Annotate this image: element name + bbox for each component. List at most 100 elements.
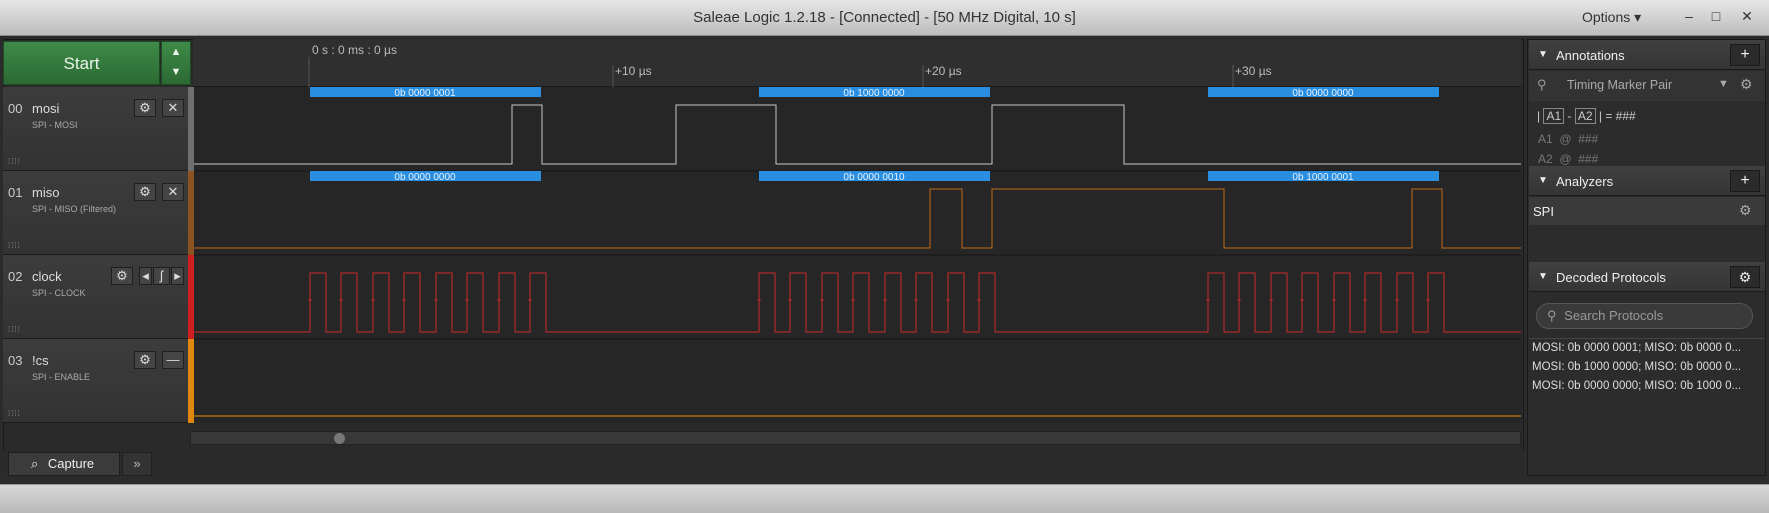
- close-button[interactable]: ✕: [1736, 6, 1758, 26]
- add-annotation-button[interactable]: +: [1730, 44, 1760, 66]
- waveform-area[interactable]: 0b 0000 0001 0b 1000 0000 0b 0000 0000 0…: [194, 87, 1521, 423]
- search-placeholder: Search Protocols: [1564, 308, 1664, 323]
- gear-icon[interactable]: ⚙: [134, 183, 156, 201]
- channel-sublabel: SPI - MOSI: [32, 120, 78, 130]
- collapse-icon[interactable]: ▼: [1538, 271, 1548, 282]
- gear-icon[interactable]: ⚙: [1740, 76, 1753, 93]
- arrow-left-icon[interactable]: ◂: [139, 267, 152, 285]
- scroll-thumb[interactable]: [334, 433, 345, 444]
- search-icon: ⚲: [1547, 308, 1557, 323]
- window-title: Saleae Logic 1.2.18 - [Connected] - [50 …: [693, 9, 1076, 26]
- analyzer-item-spi[interactable]: SPI ⚙: [1529, 197, 1765, 225]
- more-tabs-button[interactable]: »: [122, 452, 152, 476]
- start-options[interactable]: ▲ ▼: [161, 41, 191, 85]
- close-icon[interactable]: ✕: [162, 99, 184, 117]
- collapse-icon[interactable]: ▼: [1538, 49, 1548, 60]
- a2-row: A2 @ ###: [1538, 152, 1599, 166]
- svg-text:↑: ↑: [912, 298, 920, 308]
- a1-badge[interactable]: A1: [1543, 108, 1565, 124]
- analyzers-title: Analyzers: [1556, 174, 1614, 189]
- svg-text:↑: ↑: [495, 298, 503, 308]
- gear-icon[interactable]: ⚙: [111, 267, 133, 285]
- grip-icon[interactable]: ⁞⁞⁞⁞: [8, 241, 21, 250]
- svg-text:↑: ↑: [881, 298, 889, 308]
- options-label: Options: [1582, 9, 1631, 25]
- gear-icon[interactable]: ⚙: [1739, 202, 1752, 219]
- grip-icon[interactable]: ⁞⁞⁞⁞: [8, 409, 21, 418]
- channel-row-clock[interactable]: 02 clock SPI - CLOCK ⚙ ◂ ʃ ▸ ⁞⁞⁞⁞: [3, 255, 189, 339]
- svg-text:↑: ↑: [306, 298, 314, 308]
- maximize-button[interactable]: □: [1705, 6, 1727, 26]
- svg-text:↑: ↑: [1330, 298, 1338, 308]
- rising-edge-icon[interactable]: ʃ: [153, 267, 170, 285]
- channel-row-miso[interactable]: 01 miso SPI - MISO (Filtered) ⚙ ✕ ⁞⁞⁞⁞: [3, 171, 189, 255]
- svg-text:↑: ↑: [1393, 298, 1401, 308]
- svg-text:↑: ↑: [1267, 298, 1275, 308]
- gear-icon[interactable]: ⚙: [134, 99, 156, 117]
- search-icon: ⌕: [31, 456, 39, 471]
- gear-icon[interactable]: ⚙: [134, 351, 156, 369]
- svg-text:↑: ↑: [463, 298, 471, 308]
- svg-text:↑: ↑: [526, 298, 534, 308]
- channel-name[interactable]: miso: [32, 185, 59, 200]
- collapse-icon[interactable]: ▼: [1538, 175, 1548, 186]
- channel-number: 03: [8, 353, 23, 368]
- svg-text:↑: ↑: [1424, 298, 1432, 308]
- marker-pair-row[interactable]: ⚲ Timing Marker Pair ▼ ⚙: [1529, 71, 1765, 101]
- grip-icon[interactable]: ⁞⁞⁞⁞: [8, 157, 21, 166]
- gear-icon[interactable]: ⚙: [1730, 266, 1760, 288]
- marker-pair-label[interactable]: Timing Marker Pair: [1567, 78, 1672, 92]
- timeline-ticks: [308, 57, 1234, 87]
- divider: [1529, 338, 1765, 339]
- decoded-title: Decoded Protocols: [1556, 270, 1666, 285]
- decoded-header[interactable]: ▼ Decoded Protocols ⚙: [1529, 262, 1765, 292]
- channel-sublabel: SPI - MISO (Filtered): [32, 204, 117, 214]
- channel-name[interactable]: mosi: [32, 101, 59, 116]
- svg-text:↑: ↑: [944, 298, 952, 308]
- minimize-icon[interactable]: —: [162, 351, 184, 369]
- up-arrow-icon[interactable]: ▲: [162, 42, 190, 62]
- grip-icon[interactable]: ⁞⁞⁞⁞: [8, 325, 21, 334]
- decode-label: 0b 0000 0000: [394, 172, 456, 183]
- channel-sublabel: SPI - ENABLE: [32, 372, 91, 382]
- down-arrow-icon[interactable]: ▼: [162, 62, 190, 82]
- decoded-row[interactable]: MOSI: 0b 0000 0000; MISO: 0b 1000 0...: [1532, 380, 1762, 392]
- annotations-title: Annotations: [1556, 48, 1625, 63]
- minimize-button[interactable]: –: [1678, 6, 1700, 26]
- decoded-row[interactable]: MOSI: 0b 0000 0001; MISO: 0b 0000 0...: [1532, 342, 1762, 354]
- capture-label: Capture: [47, 456, 95, 471]
- channel-row-mosi[interactable]: 00 mosi SPI - MOSI ⚙ ✕ ⁞⁞⁞⁞: [3, 87, 189, 171]
- search-protocols-input[interactable]: ⚲ Search Protocols: [1536, 303, 1753, 329]
- svg-text:↑: ↑: [849, 298, 857, 308]
- channel-number: 01: [8, 185, 23, 200]
- start-button[interactable]: Start: [3, 41, 160, 85]
- marker-delta: | A1 - A2 | = ###: [1537, 108, 1636, 124]
- channel-name[interactable]: !cs: [32, 353, 49, 368]
- analyzers-header[interactable]: ▼ Analyzers +: [1529, 166, 1765, 196]
- svg-text:↑: ↑: [1298, 298, 1306, 308]
- right-panel: [1527, 39, 1766, 476]
- chevron-down-icon[interactable]: ▼: [1718, 78, 1729, 90]
- horizontal-scrollbar[interactable]: [190, 431, 1521, 445]
- svg-text:↑: ↑: [975, 298, 983, 308]
- decoded-row[interactable]: MOSI: 0b 1000 0000; MISO: 0b 0000 0...: [1532, 361, 1762, 373]
- chevron-down-icon: ▾: [1634, 9, 1642, 25]
- pin-icon: ⚲: [1537, 77, 1547, 92]
- options-menu[interactable]: Options ▾: [1582, 9, 1641, 26]
- add-analyzer-button[interactable]: +: [1730, 170, 1760, 192]
- decode-label: 0b 0000 0010: [843, 172, 905, 183]
- capture-tab[interactable]: ⌕ Capture: [8, 452, 120, 476]
- svg-text:↑: ↑: [818, 298, 826, 308]
- decode-label: 0b 1000 0001: [1292, 172, 1354, 183]
- svg-text:↑: ↑: [369, 298, 377, 308]
- close-icon[interactable]: ✕: [162, 183, 184, 201]
- timeline-header[interactable]: 0 s : 0 ms : 0 µs +10 µs +20 µs +30 µs: [193, 39, 1521, 87]
- channel-number: 02: [8, 269, 23, 284]
- channel-number: 00: [8, 101, 23, 116]
- channel-row-cs[interactable]: 03 !cs SPI - ENABLE ⚙ — ⁞⁞⁞⁞: [3, 339, 189, 423]
- svg-text:↑: ↑: [400, 298, 408, 308]
- arrow-right-icon[interactable]: ▸: [171, 267, 184, 285]
- channel-name[interactable]: clock: [32, 269, 62, 284]
- a2-badge[interactable]: A2: [1574, 108, 1596, 124]
- annotations-header[interactable]: ▼ Annotations +: [1529, 40, 1765, 70]
